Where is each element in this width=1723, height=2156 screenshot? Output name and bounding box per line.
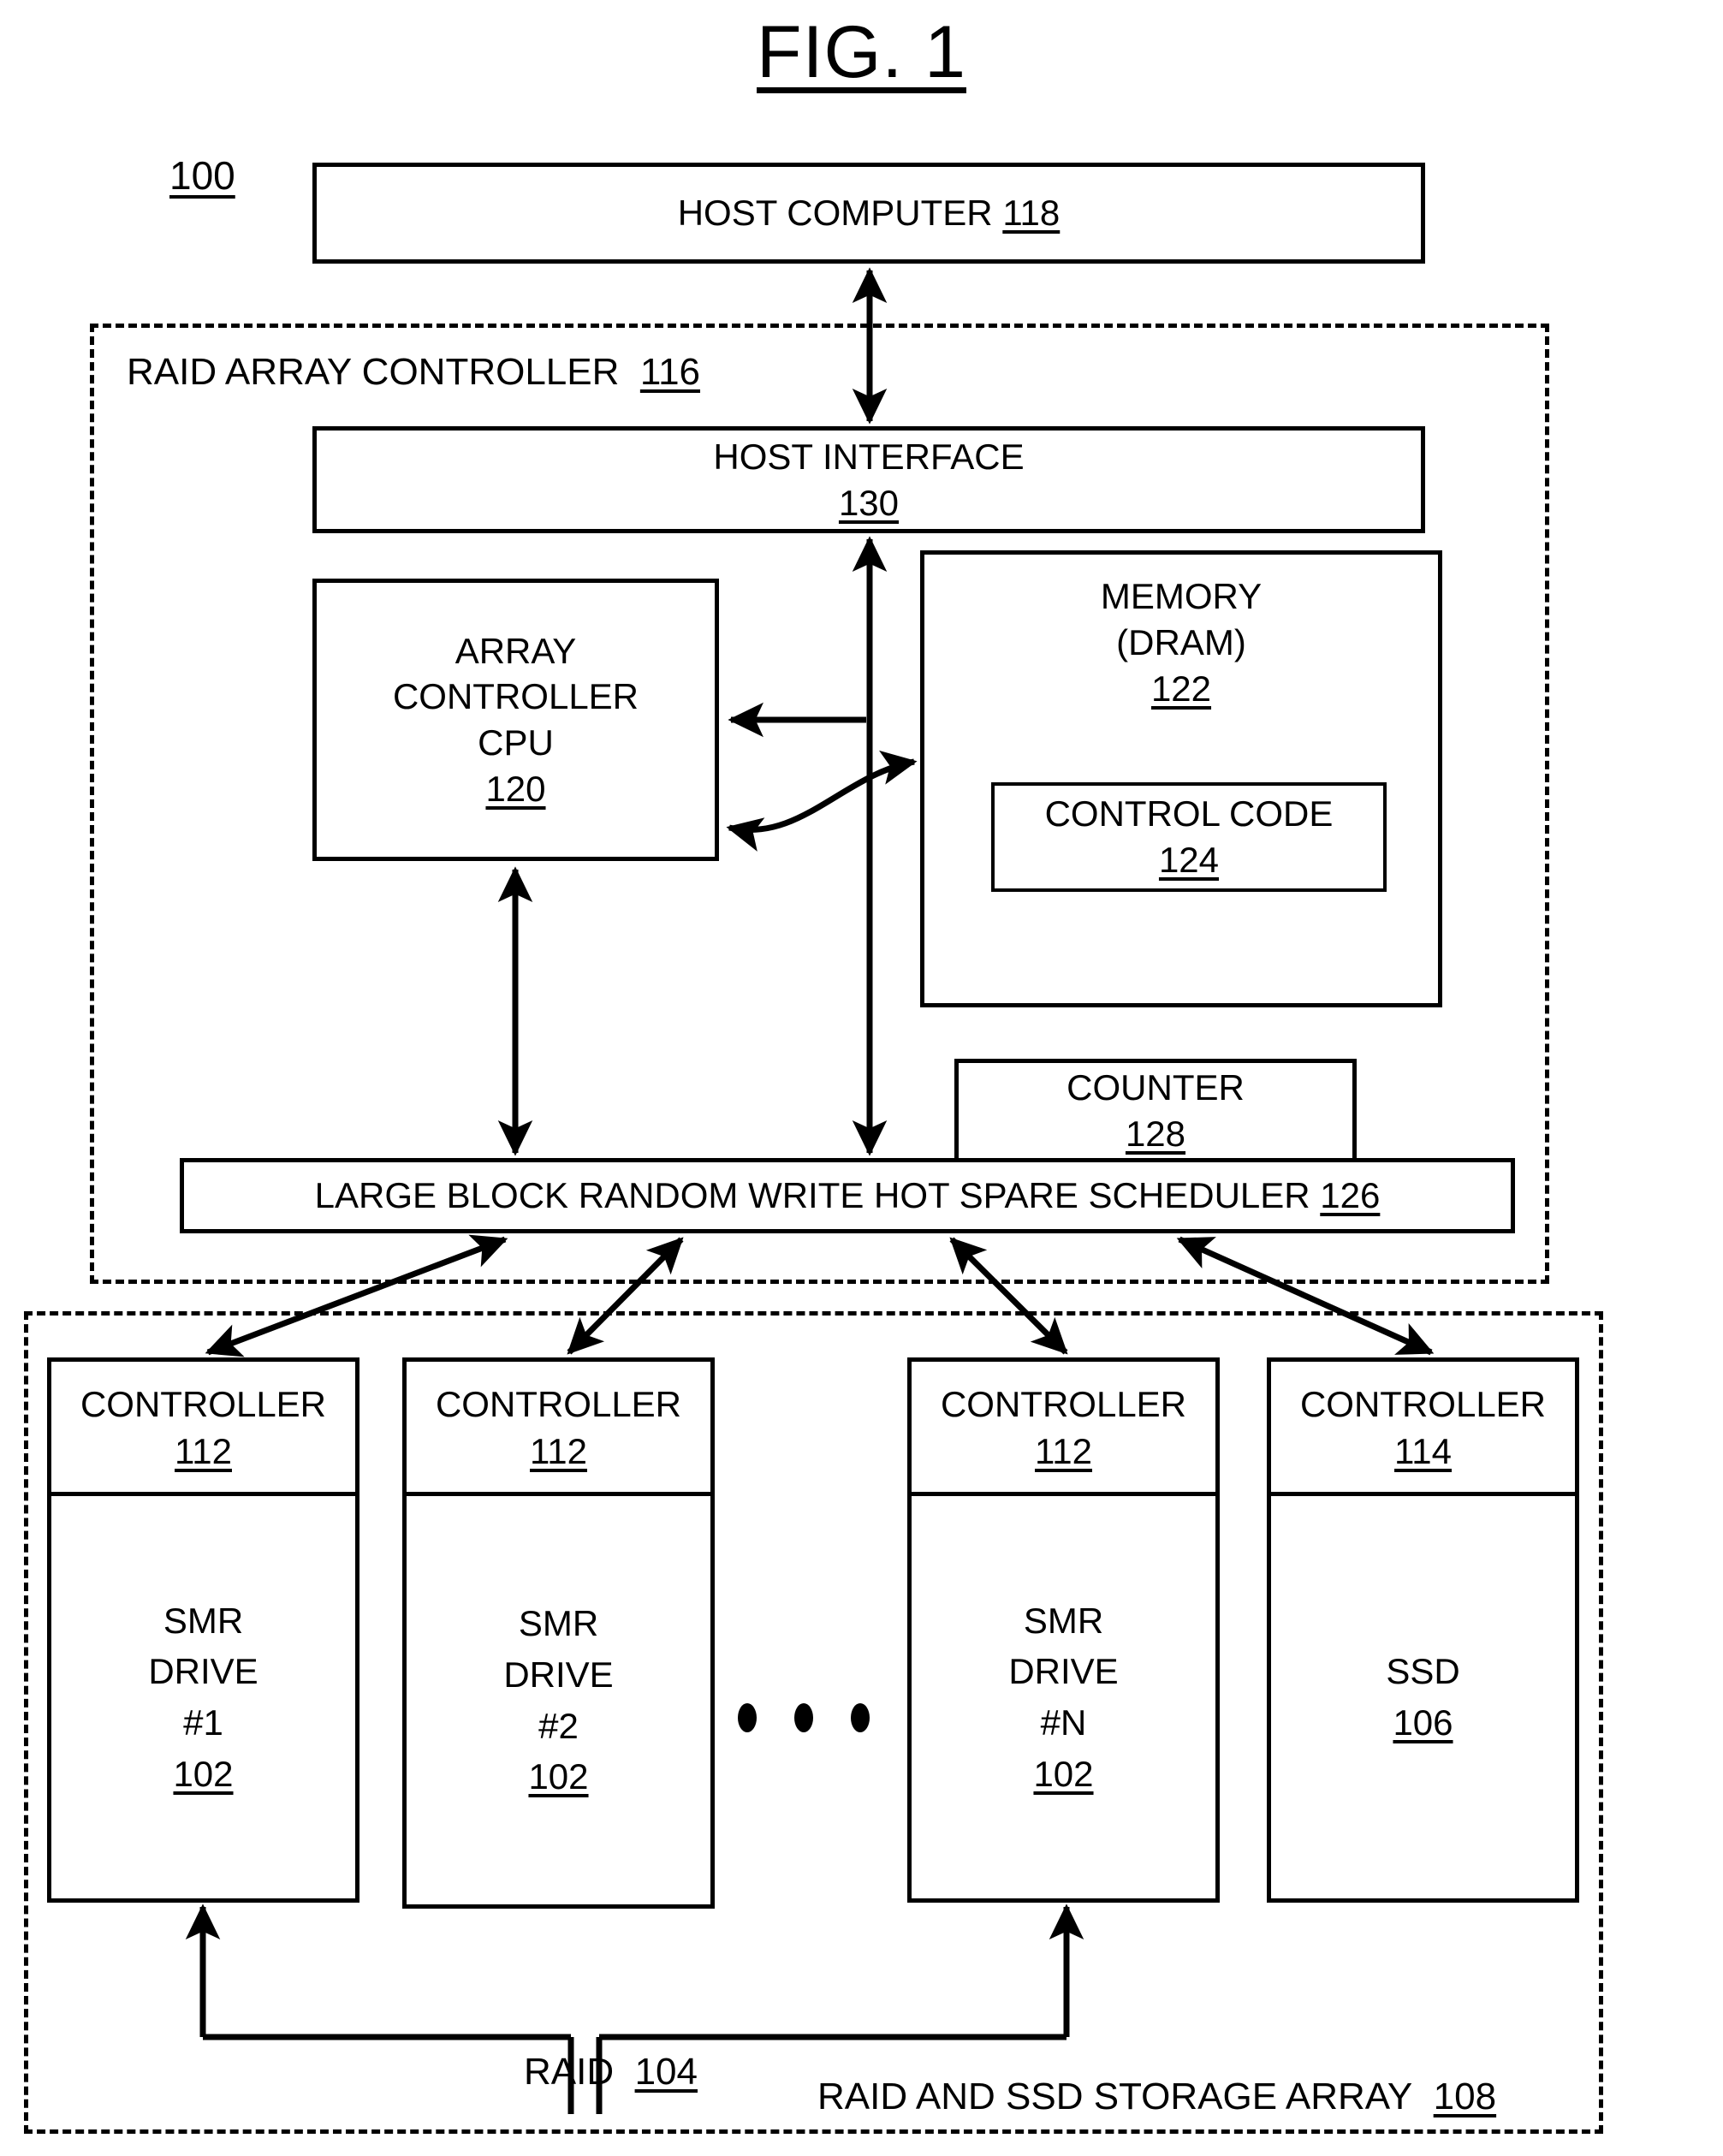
raid-bracket-label: RAID 104 xyxy=(524,2051,698,2094)
cpu-ref: 120 xyxy=(485,768,546,809)
drive-1-line-2: DRIVE xyxy=(148,1651,258,1692)
drive-2: CONTROLLER 112 SMR DRIVE #2 102 xyxy=(402,1357,715,1909)
counter-box: COUNTER 128 xyxy=(954,1059,1357,1163)
drive-2-controller-label: CONTROLLER xyxy=(435,1384,682,1425)
ellipsis-dot-2 xyxy=(794,1703,813,1732)
drive-1-line-3: #1 xyxy=(183,1702,223,1743)
scheduler-text: LARGE BLOCK RANDOM WRITE HOT SPARE SCHED… xyxy=(314,1175,1310,1216)
drive-n-controller-label: CONTROLLER xyxy=(940,1384,1187,1425)
drive-2-controller: CONTROLLER 112 xyxy=(407,1362,710,1496)
cpu-line-3: CPU xyxy=(478,722,554,763)
ssd-line-1: SSD xyxy=(1386,1651,1460,1692)
control-code-label: CONTROL CODE xyxy=(1044,793,1334,834)
raid-array-controller-text: RAID ARRAY CONTROLLER xyxy=(127,351,620,393)
drive-n-controller-ref-line: 112 xyxy=(1035,1428,1092,1476)
drive-1-controller-ref-line: 112 xyxy=(175,1428,232,1476)
host-interface-ref-line: 130 xyxy=(839,480,899,526)
raid-array-controller-label: RAID ARRAY CONTROLLER 116 xyxy=(127,351,700,394)
drive-2-ref-line: 102 xyxy=(528,1751,588,1803)
counter-ref: 128 xyxy=(1125,1114,1186,1154)
ssd-ref-line: 106 xyxy=(1393,1697,1453,1749)
storage-array-ref: 108 xyxy=(1433,2076,1497,2117)
drive-1-body: SMR DRIVE #1 102 xyxy=(51,1496,355,1898)
drive-n-body: SMR DRIVE #N 102 xyxy=(912,1496,1215,1898)
scheduler-box: LARGE BLOCK RANDOM WRITE HOT SPARE SCHED… xyxy=(180,1158,1515,1233)
drive-1-line-1: SMR xyxy=(163,1600,244,1641)
control-code-ref-line: 124 xyxy=(1159,837,1219,883)
drive-n-line-3: #N xyxy=(1040,1702,1087,1743)
figure-title-text: FIG. 1 xyxy=(757,11,966,93)
drive-n-controller-ref: 112 xyxy=(1035,1431,1092,1471)
drive-n: CONTROLLER 112 SMR DRIVE #N 102 xyxy=(907,1357,1220,1903)
drive-1-ref-line: 102 xyxy=(173,1749,233,1800)
ssd-body: SSD 106 xyxy=(1271,1496,1575,1898)
host-interface-label: HOST INTERFACE xyxy=(713,436,1025,477)
drive-2-line-3: #2 xyxy=(538,1705,579,1746)
scheduler-ref: 126 xyxy=(1320,1175,1381,1216)
figure-title: FIG. 1 xyxy=(0,15,1723,89)
memory-ref-line: 122 xyxy=(1151,666,1211,712)
drive-n-ref: 102 xyxy=(1033,1753,1094,1794)
drive-1-ref: 102 xyxy=(173,1753,234,1794)
drive-2-controller-ref-line: 112 xyxy=(530,1428,587,1476)
cpu-ref-line: 120 xyxy=(485,766,545,812)
ellipsis-dot-3 xyxy=(851,1703,870,1732)
control-code-box: CONTROL CODE 124 xyxy=(991,782,1387,892)
cpu-line-1: ARRAY xyxy=(455,630,577,671)
raid-array-controller-ref: 116 xyxy=(639,351,701,393)
drive-1: CONTROLLER 112 SMR DRIVE #1 102 xyxy=(47,1357,359,1903)
ssd-controller: CONTROLLER 114 xyxy=(1271,1362,1575,1496)
raid-bracket-text: RAID xyxy=(524,2051,615,2093)
ssd-controller-ref-line: 114 xyxy=(1394,1428,1452,1476)
memory-line-1: MEMORY xyxy=(1100,576,1263,616)
drive-2-line-1: SMR xyxy=(518,1603,599,1644)
drive-n-ref-line: 102 xyxy=(1033,1749,1093,1800)
counter-ref-line: 128 xyxy=(1126,1111,1185,1157)
counter-label: COUNTER xyxy=(1066,1067,1245,1108)
drive-1-controller-ref: 112 xyxy=(175,1431,232,1471)
memory-line-2: (DRAM) xyxy=(1116,621,1246,662)
memory-dram-box: MEMORY (DRAM) 122 CONTROL CODE 124 xyxy=(920,550,1442,1007)
drive-n-line-1: SMR xyxy=(1023,1600,1104,1641)
drive-2-body: SMR DRIVE #2 102 xyxy=(407,1496,710,1904)
host-computer-text: HOST COMPUTER xyxy=(677,193,993,234)
host-computer-box: HOST COMPUTER 118 xyxy=(312,163,1425,264)
control-code-ref: 124 xyxy=(1158,840,1220,880)
drive-2-ref: 102 xyxy=(528,1756,589,1797)
ssd-ref: 106 xyxy=(1393,1702,1453,1743)
host-interface-box: HOST INTERFACE 130 xyxy=(312,426,1425,533)
ssd-controller-ref: 114 xyxy=(1394,1431,1452,1471)
drive-2-controller-ref: 112 xyxy=(530,1431,587,1471)
drive-n-controller: CONTROLLER 112 xyxy=(912,1362,1215,1496)
ellipsis-dot-1 xyxy=(738,1703,757,1732)
host-interface-ref: 130 xyxy=(838,482,900,523)
drive-1-controller: CONTROLLER 112 xyxy=(51,1362,355,1496)
raid-bracket-ref: 104 xyxy=(634,2051,698,2093)
host-computer-label: HOST COMPUTER 118 xyxy=(678,190,1061,236)
array-controller-cpu-box: ARRAY CONTROLLER CPU 120 xyxy=(312,579,719,861)
ssd-controller-label: CONTROLLER xyxy=(1299,1384,1547,1425)
ssd-drive: CONTROLLER 114 SSD 106 xyxy=(1267,1357,1579,1903)
patent-figure-1: FIG. 1 100 HOST COMPUTER 118 RAID ARRAY … xyxy=(0,0,1723,2156)
system-reference-numeral: 100 xyxy=(169,153,235,198)
memory-ref: 122 xyxy=(1150,668,1212,709)
drive-1-controller-label: CONTROLLER xyxy=(80,1384,327,1425)
host-computer-ref: 118 xyxy=(1002,193,1061,234)
storage-array-label: RAID AND SSD STORAGE ARRAY 108 xyxy=(817,2076,1496,2118)
drive-2-line-2: DRIVE xyxy=(503,1654,614,1695)
cpu-line-2: CONTROLLER xyxy=(392,676,639,717)
storage-array-text: RAID AND SSD STORAGE ARRAY xyxy=(817,2076,1413,2117)
drive-n-line-2: DRIVE xyxy=(1008,1651,1119,1692)
drives-ellipsis xyxy=(738,1703,870,1732)
scheduler-label: LARGE BLOCK RANDOM WRITE HOT SPARE SCHED… xyxy=(315,1173,1381,1219)
